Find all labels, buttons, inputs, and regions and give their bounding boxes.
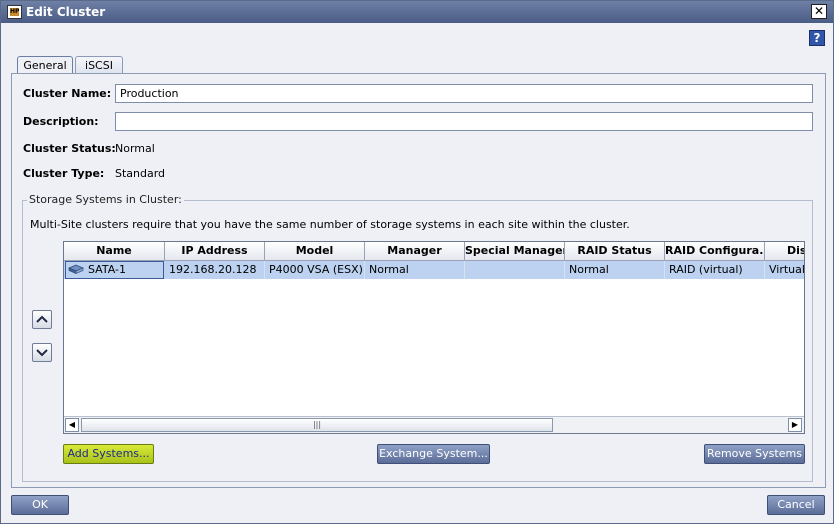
app-icon: HP	[7, 5, 22, 19]
move-down-button[interactable]	[32, 343, 52, 362]
column-header-model[interactable]: Model	[265, 242, 365, 261]
cell-name-text: SATA-1	[88, 263, 126, 276]
scroll-left-icon[interactable]: ◀	[65, 418, 79, 432]
chevron-up-icon	[36, 315, 48, 323]
column-header-dis[interactable]: Dis	[765, 242, 804, 261]
cell-name: SATA-1	[65, 261, 164, 279]
storage-systems-table: Name IP Address Model Manager Special Ma…	[63, 241, 805, 434]
remove-systems-button[interactable]: Remove Systems	[704, 444, 805, 464]
cluster-name-input[interactable]	[115, 84, 813, 103]
cell-manager: Normal	[365, 261, 465, 279]
cancel-button[interactable]: Cancel	[767, 495, 825, 515]
exchange-system-button[interactable]: Exchange System...	[377, 444, 490, 464]
chevron-down-icon	[36, 349, 48, 357]
cluster-status-label: Cluster Status:	[23, 142, 116, 155]
cell-raid-status: Normal	[565, 261, 665, 279]
multi-site-note: Multi-Site clusters require that you hav…	[30, 218, 630, 231]
cell-dis: Virtual	[765, 261, 804, 279]
cluster-status-value: Normal	[115, 142, 155, 155]
column-header-raid-status[interactable]: RAID Status	[565, 242, 665, 261]
tab-iscsi[interactable]: iSCSI	[75, 56, 123, 74]
help-button[interactable]: ?	[809, 30, 825, 46]
title-bar: HP Edit Cluster ✕	[1, 1, 833, 23]
cluster-type-value: Standard	[115, 167, 166, 180]
ok-button[interactable]: OK	[11, 495, 69, 515]
column-header-raid-configuration[interactable]: RAID Configura...	[665, 242, 765, 261]
tab-general[interactable]: General	[17, 56, 73, 74]
column-header-ip-address[interactable]: IP Address	[165, 242, 265, 261]
cell-ip-address: 192.168.20.128	[165, 261, 265, 279]
table-row[interactable]: SATA-1 192.168.20.128 P4000 VSA (ESX) No…	[64, 261, 804, 279]
cell-raid-configuration: RAID (virtual)	[665, 261, 765, 279]
close-button[interactable]: ✕	[811, 4, 827, 19]
horizontal-scrollbar[interactable]: ◀ ||| ▶	[64, 416, 804, 433]
column-header-special-manager[interactable]: Special Manager	[465, 242, 565, 261]
move-up-button[interactable]	[32, 310, 52, 329]
description-input[interactable]	[115, 112, 813, 131]
scroll-right-icon[interactable]: ▶	[788, 418, 802, 432]
cell-model: P4000 VSA (ESX)	[265, 261, 365, 279]
storage-systems-title: Storage Systems in Cluster:	[27, 193, 184, 206]
add-systems-button[interactable]: Add Systems...	[63, 444, 154, 464]
scroll-thumb[interactable]: |||	[81, 418, 553, 432]
cell-special-manager	[465, 261, 565, 279]
storage-system-icon	[68, 264, 84, 274]
table-header: Name IP Address Model Manager Special Ma…	[64, 242, 804, 261]
column-header-name[interactable]: Name	[64, 242, 165, 261]
edit-cluster-dialog: HP Edit Cluster ✕ ? General iSCSI Cluste…	[0, 0, 834, 524]
storage-systems-group: Storage Systems in Cluster: Multi-Site c…	[22, 193, 813, 482]
description-label: Description:	[23, 115, 99, 128]
cluster-name-label: Cluster Name:	[23, 87, 112, 100]
column-header-manager[interactable]: Manager	[365, 242, 465, 261]
dialog-title: Edit Cluster	[26, 5, 106, 19]
cluster-type-label: Cluster Type:	[23, 167, 105, 180]
